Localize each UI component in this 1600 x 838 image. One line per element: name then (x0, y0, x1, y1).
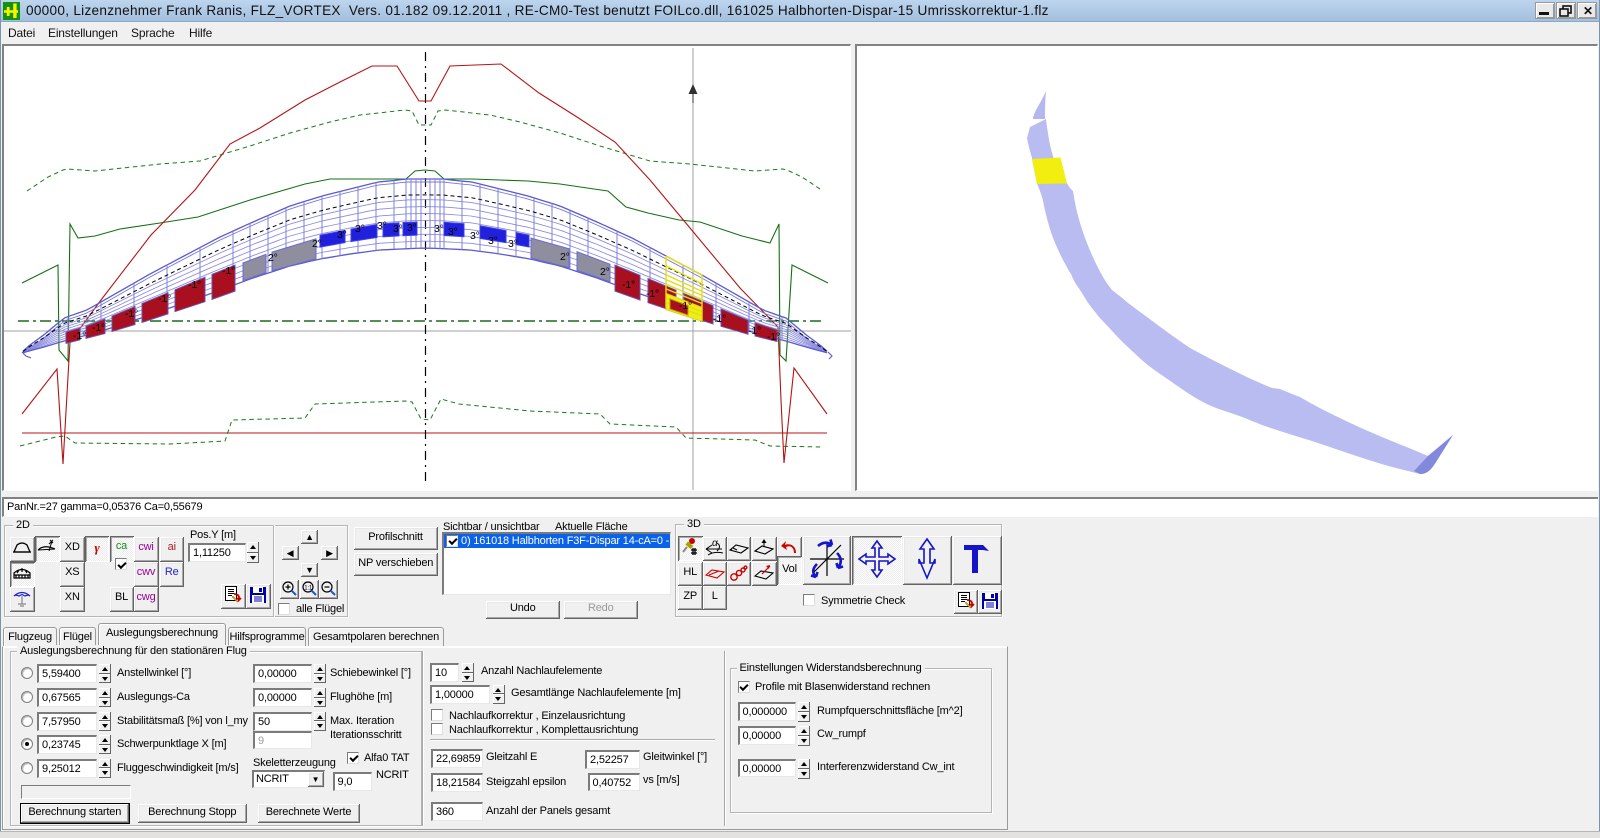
svg-text:3°: 3° (337, 229, 347, 241)
svg-text:2°: 2° (600, 266, 610, 278)
svg-text:2°: 2° (560, 251, 570, 263)
svg-text:3°: 3° (377, 220, 387, 232)
svg-text:3°: 3° (393, 223, 403, 235)
svg-text:-1°: -1° (646, 288, 659, 300)
svg-text:-1°: -1° (125, 308, 138, 320)
svg-text:3°: 3° (448, 226, 458, 238)
svg-text:3°: 3° (434, 223, 444, 235)
svg-text:-1°: -1° (73, 330, 86, 342)
svg-text:3°: 3° (470, 230, 480, 242)
svg-text:2°: 2° (268, 252, 278, 264)
svg-text:3°: 3° (488, 235, 498, 247)
svg-text:-1°: -1° (767, 331, 780, 343)
svg-text:-1°: -1° (622, 279, 635, 291)
svg-text:3°: 3° (508, 238, 518, 250)
svg-text:-1°: -1° (222, 265, 235, 277)
svg-text:-1°: -1° (158, 293, 171, 305)
svg-text:-1°: -1° (188, 279, 201, 291)
svg-text:-1°: -1° (748, 325, 761, 337)
svg-text:3°: 3° (407, 222, 417, 234)
svg-text:-1°: -1° (92, 322, 105, 334)
svg-text:-1°: -1° (713, 313, 726, 325)
svg-text:-1°: -1° (679, 300, 692, 312)
svg-text:3°: 3° (355, 223, 365, 235)
svg-text:2°: 2° (312, 238, 322, 250)
